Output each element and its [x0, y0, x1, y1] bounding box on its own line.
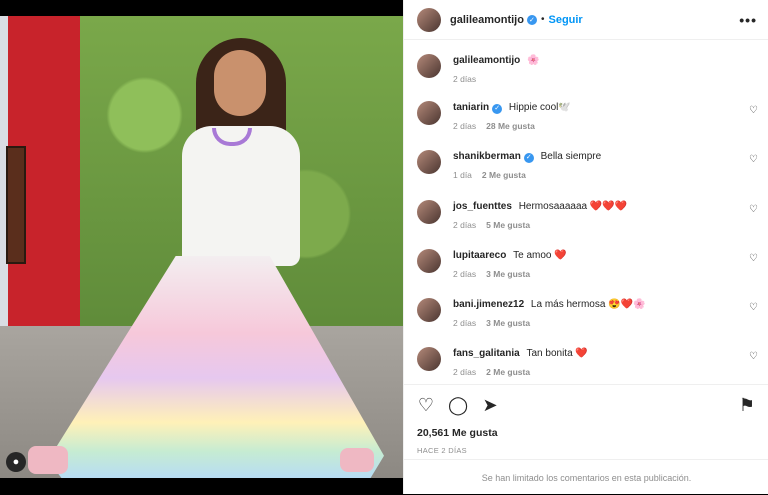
avatar[interactable]	[417, 101, 441, 125]
avatar[interactable]	[417, 298, 441, 322]
comment-likes[interactable]: 28 Me gusta	[486, 121, 535, 131]
comment-username[interactable]: bani.jimenez12	[453, 299, 524, 310]
avatar[interactable]	[417, 150, 441, 174]
tagged-people-button[interactable]: ●	[6, 452, 26, 472]
likes-count[interactable]: 20,561 Me gusta	[417, 427, 498, 439]
verified-badge-icon: ✓	[492, 104, 503, 114]
caption-row: galileamontijo 🌸 2 días	[417, 54, 762, 84]
comment-username[interactable]: jos_fuenttes	[453, 201, 512, 212]
caption-username[interactable]: galileamontijo	[453, 55, 520, 66]
caption-text: 🌸	[527, 55, 540, 66]
comment-likes[interactable]: 3 Me gusta	[486, 269, 530, 279]
avatar[interactable]	[417, 54, 441, 78]
wall-screen	[6, 146, 26, 264]
post-media[interactable]: ●	[0, 0, 403, 494]
comment-likes[interactable]: 2 Me gusta	[486, 367, 530, 377]
caption-time[interactable]: 2 días	[453, 74, 476, 84]
comment-likes[interactable]: 3 Me gusta	[486, 318, 530, 328]
comment-text: Hippie cool🕊️	[508, 102, 571, 113]
separator-dot: •	[540, 14, 545, 25]
comment-time[interactable]: 2 días	[453, 269, 476, 279]
comments-list[interactable]: galileamontijo 🌸 2 días taniarin ✓ Hippie…	[404, 44, 768, 384]
share-icon[interactable]: ➤	[480, 395, 500, 415]
left-shoe	[28, 446, 68, 474]
comment-text: Tan bonita ❤️	[526, 348, 588, 359]
comment-row: jos_fuenttes Hermosaaaaaa ❤️❤️❤️ 2 días 5…	[417, 200, 762, 230]
user-icon: ●	[12, 456, 20, 468]
comment-text: Te amoo ❤️	[513, 250, 567, 261]
post-actions: ♡ ◯ ➤ ⚑ 20,561 Me gusta HACE 2 DÍAS Se h…	[404, 384, 768, 494]
comment-row: shanikberman ✓ Bella siempre 1 día 2 Me gu…	[417, 150, 762, 180]
avatar[interactable]	[417, 200, 441, 224]
comment-like-icon[interactable]: ♡	[749, 204, 758, 215]
verified-badge-icon: ✓	[523, 153, 534, 163]
comment-like-icon[interactable]: ♡	[749, 105, 758, 116]
comment-text: Bella siempre	[540, 151, 602, 162]
dress-top	[182, 126, 300, 266]
comment-like-icon[interactable]: ♡	[749, 253, 758, 264]
more-options-icon[interactable]: •••	[739, 12, 757, 28]
header-username[interactable]: galileamontijo	[450, 14, 524, 26]
comment-icon[interactable]: ◯	[448, 395, 468, 415]
post-header: galileamontijo ✓ • Seguir •••	[404, 0, 768, 40]
comment-row: fans_galitania Tan bonita ❤️ 2 días 2 Me …	[417, 347, 762, 377]
save-icon[interactable]: ⚑	[737, 395, 757, 415]
comment-row: bani.jimenez12 La más hermosa 😍❤️🌸 2 día…	[417, 298, 762, 328]
post-sidebar: galileamontijo ✓ • Seguir ••• galileamon…	[403, 0, 768, 494]
comment-username[interactable]: taniarin	[453, 102, 489, 113]
comment-username[interactable]: fans_galitania	[453, 348, 520, 359]
comment-like-icon[interactable]: ♡	[749, 302, 758, 313]
comment-time[interactable]: 2 días	[453, 318, 476, 328]
comment-time[interactable]: 2 días	[453, 367, 476, 377]
comment-like-icon[interactable]: ♡	[749, 351, 758, 362]
verified-badge-icon: ✓	[526, 14, 537, 25]
follow-button[interactable]: Seguir	[548, 14, 582, 26]
like-icon[interactable]: ♡	[416, 395, 436, 415]
post-photo[interactable]	[0, 16, 403, 478]
avatar[interactable]	[417, 249, 441, 273]
right-shoe	[340, 448, 374, 472]
avatar[interactable]	[417, 7, 441, 32]
post-date[interactable]: HACE 2 DÍAS	[417, 446, 467, 455]
comment-username[interactable]: shanikberman	[453, 151, 521, 162]
comments-limited-notice: Se han limitado los comentarios en esta …	[404, 459, 768, 495]
comment-likes[interactable]: 2 Me gusta	[482, 170, 526, 180]
comment-time[interactable]: 1 día	[453, 170, 472, 180]
comment-username[interactable]: lupitaareco	[453, 250, 506, 261]
comment-like-icon[interactable]: ♡	[749, 154, 758, 165]
comment-likes[interactable]: 5 Me gusta	[486, 220, 530, 230]
comment-row: lupitaareco Te amoo ❤️ 2 días 3 Me gusta …	[417, 249, 762, 279]
comment-row: taniarin ✓ Hippie cool🕊️ 2 días 28 Me gust…	[417, 101, 762, 131]
comment-time[interactable]: 2 días	[453, 220, 476, 230]
comment-text: Hermosaaaaaa ❤️❤️❤️	[518, 201, 628, 212]
avatar[interactable]	[417, 347, 441, 371]
comment-time[interactable]: 2 días	[453, 121, 476, 131]
comment-text: La más hermosa 😍❤️🌸	[530, 299, 646, 310]
instagram-post: ● galileamontijo ✓ • Seguir ••• galileam…	[0, 0, 768, 494]
action-icons: ♡ ◯ ➤	[416, 395, 500, 415]
person-face	[214, 50, 266, 116]
